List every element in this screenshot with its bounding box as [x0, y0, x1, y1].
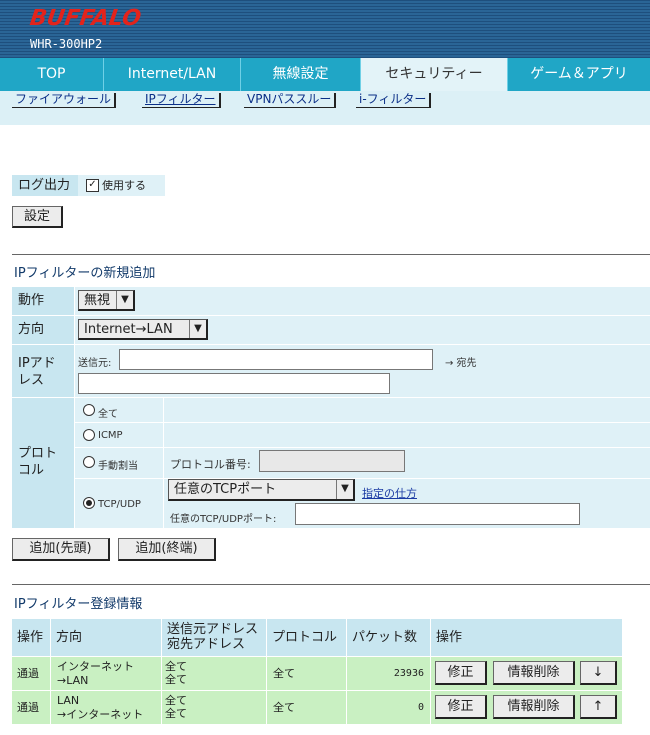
protocol-label-line1: プロト: [18, 446, 58, 461]
action-cell: [75, 287, 650, 315]
row2-op: 通過: [12, 691, 50, 724]
protocol-tcpudp-radio[interactable]: [83, 497, 95, 509]
row2-destination: 全て: [165, 707, 187, 720]
col-header-direction: 方向: [51, 619, 161, 656]
log-output-value: ✓ 使用する: [78, 175, 165, 196]
tcp-port-select[interactable]: 任意のTCPポート ▼: [168, 479, 355, 501]
action-select-value: 無視: [84, 293, 111, 308]
howto-link[interactable]: 指定の仕方: [362, 485, 417, 501]
col-header-destination-address: 宛先アドレス: [167, 637, 246, 652]
direction-select[interactable]: Internet→LAN ▼: [78, 319, 208, 340]
row1-destination: 全て: [165, 673, 187, 686]
col-header-actions: 操作: [431, 619, 622, 656]
tcp-port-select-value: 任意のTCPポート: [174, 482, 277, 497]
set-button[interactable]: 設定: [12, 206, 63, 228]
protocol-label: プロト コル: [12, 398, 74, 528]
subnav-ip-filter[interactable]: IPフィルター: [142, 93, 221, 108]
row2-address: 全て 全て: [162, 691, 266, 724]
row2-move-up-button[interactable]: ↑: [580, 695, 617, 719]
row1-address: 全て 全て: [162, 657, 266, 690]
destination-label: → 宛先: [445, 358, 477, 369]
chevron-down-icon: ▼: [189, 320, 206, 338]
col-header-source-address: 送信元アドレス: [167, 622, 259, 637]
row2-direction-line1: LAN: [57, 694, 80, 707]
row2-protocol: 全て: [267, 691, 346, 724]
tab-security[interactable]: セキュリティー: [361, 58, 508, 91]
tcp-udp-port-input[interactable]: [295, 503, 580, 525]
row1-delete-button[interactable]: 情報削除: [493, 661, 575, 685]
row1-source: 全て: [165, 660, 187, 673]
subnav-firewall[interactable]: ファイアウォール: [12, 93, 117, 108]
ip-address-label-line2: レス: [18, 373, 45, 388]
action-select[interactable]: 無視 ▼: [78, 290, 135, 311]
protocol-number-input[interactable]: [259, 450, 405, 472]
direction-label: 方向: [12, 316, 74, 344]
row2-direction-line2: →インターネット: [57, 708, 144, 721]
registered-section-title: IPフィルター登録情報: [14, 597, 143, 612]
destination-address-input[interactable]: [78, 373, 390, 394]
tab-game-apps[interactable]: ゲーム＆アプリ: [508, 58, 650, 91]
row1-protocol: 全て: [267, 657, 346, 690]
source-address-input[interactable]: [119, 349, 433, 370]
col-header-address: 送信元アドレス 宛先アドレス: [162, 619, 266, 656]
tcp-udp-port-label: 任意のTCP/UDPポート:: [170, 514, 277, 525]
protocol-all-radio[interactable]: [83, 404, 95, 416]
divider: [12, 254, 650, 255]
protocol-empty-cell: [164, 423, 650, 447]
col-header-op: 操作: [12, 619, 50, 656]
chevron-down-icon: ▼: [116, 291, 133, 309]
col-header-packets: パケット数: [347, 619, 430, 656]
col-header-protocol: プロトコル: [267, 619, 346, 656]
row2-source: 全て: [165, 694, 187, 707]
row1-move-down-button[interactable]: ↓: [580, 661, 617, 685]
log-enable-checkbox[interactable]: ✓: [86, 179, 99, 192]
protocol-empty-cell: [164, 398, 650, 422]
protocol-manual-radio[interactable]: [83, 456, 95, 468]
action-label: 動作: [12, 287, 74, 315]
row2-direction: LAN →インターネット: [51, 691, 161, 724]
chevron-down-icon: ▼: [336, 480, 353, 499]
row1-direction-line1: インターネット: [57, 660, 134, 673]
direction-select-value: Internet→LAN: [84, 322, 173, 337]
log-output-row: ログ出力 ✓ 使用する: [12, 175, 165, 196]
brand-logo: BUFFALO: [28, 6, 143, 31]
source-label: 送信元:: [78, 358, 112, 369]
tab-wireless[interactable]: 無線設定: [241, 58, 361, 91]
divider: [12, 584, 650, 585]
row2-packets: 0: [347, 691, 430, 724]
log-enable-label: 使用する: [102, 179, 146, 192]
row1-direction: インターネット →LAN: [51, 657, 161, 690]
protocol-manual-label: 手動割当: [98, 461, 138, 472]
row2-delete-button[interactable]: 情報削除: [493, 695, 575, 719]
protocol-icmp-radio[interactable]: [83, 429, 95, 441]
row1-packets: 23936: [347, 657, 430, 690]
protocol-all-label: 全て: [98, 409, 118, 420]
model-name: WHR-300HP2: [30, 37, 103, 51]
protocol-number-label: プロトコル番号:: [170, 458, 251, 471]
row1-edit-button[interactable]: 修正: [435, 661, 487, 685]
subnav-vpn-passthrough[interactable]: VPNパススルー: [244, 93, 337, 108]
log-output-label: ログ出力: [12, 175, 78, 196]
protocol-tcpudp-label: TCP/UDP: [98, 499, 141, 510]
subnav-i-filter[interactable]: i-フィルター: [356, 93, 432, 108]
tab-internet-lan[interactable]: Internet/LAN: [104, 58, 241, 91]
header-bar: BUFFALO WHR-300HP2: [0, 0, 650, 58]
sub-navigation: ファイアウォール IPフィルター VPNパススルー i-フィルター: [0, 91, 650, 125]
ip-address-label-line1: IPアド: [18, 356, 56, 371]
protocol-icmp-label: ICMP: [98, 430, 123, 441]
row1-op: 通過: [12, 657, 50, 690]
add-tail-button[interactable]: 追加(終端): [118, 538, 216, 561]
main-tabs: TOP Internet/LAN 無線設定 セキュリティー ゲーム＆アプリ: [0, 58, 650, 91]
ip-address-label: IPアド レス: [12, 345, 74, 397]
row1-direction-line2: →LAN: [57, 674, 89, 687]
protocol-label-line2: コル: [18, 463, 45, 478]
tab-top[interactable]: TOP: [0, 58, 104, 91]
add-head-button[interactable]: 追加(先頭): [12, 538, 110, 561]
add-section-title: IPフィルターの新規追加: [14, 266, 156, 281]
row2-edit-button[interactable]: 修正: [435, 695, 487, 719]
